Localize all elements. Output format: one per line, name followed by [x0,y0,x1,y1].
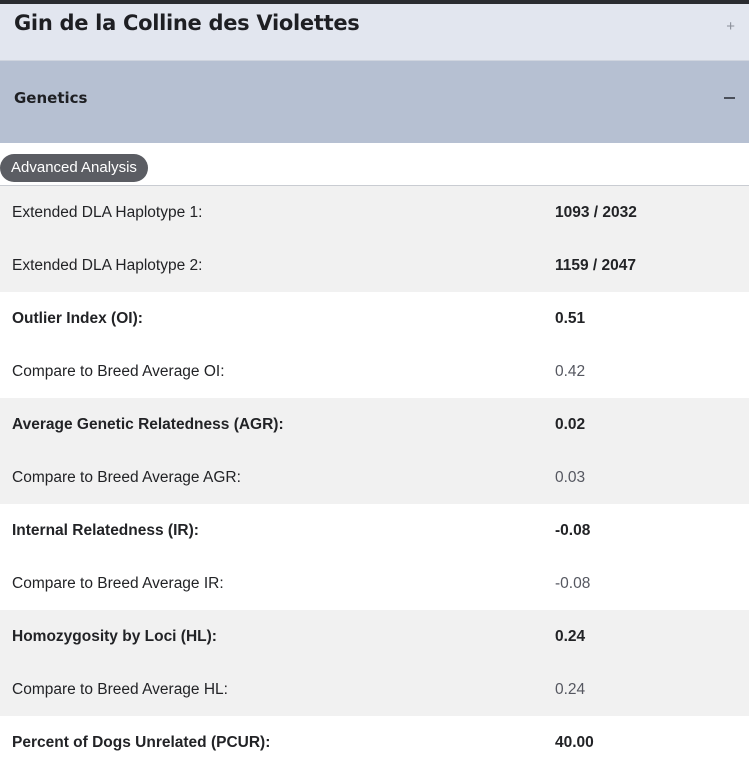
row-value: 40.00 [555,734,594,751]
row-value: -0.08 [555,575,591,592]
advanced-analysis-badge: Advanced Analysis [0,154,148,182]
dog-header[interactable]: Gin de la Colline des Violettes + [0,4,749,61]
row-value: -0.08 [555,522,591,539]
genetics-table: Extended DLA Haplotype 1: 1093 / 2032 Ex… [0,186,749,761]
table-row-dla-haplotype-2: Extended DLA Haplotype 2: 1159 / 2047 [0,239,749,292]
row-label: Percent of Dogs Unrelated (PCUR): [12,734,271,751]
table-row-outlier-index: Outlier Index (OI): 0.51 [0,292,749,345]
table-row-breed-average-hl: Compare to Breed Average HL: 0.24 [0,663,749,716]
table-row-homozygosity-by-loci: Homozygosity by Loci (HL): 0.24 [0,610,749,663]
row-value: 0.42 [555,363,586,380]
genetics-section-header[interactable]: Genetics [0,61,749,143]
section-title: Genetics [14,89,88,107]
row-label: Average Genetic Relatedness (AGR): [12,416,284,433]
row-label: Compare to Breed Average OI: [12,363,225,380]
row-label: Compare to Breed Average HL: [12,681,228,698]
table-row-average-genetic-relatedness: Average Genetic Relatedness (AGR): 0.02 [0,398,749,451]
row-value: 1093 / 2032 [555,204,637,221]
row-label: Extended DLA Haplotype 1: [12,204,203,221]
row-value: 0.03 [555,469,586,486]
row-value: 0.51 [555,310,586,327]
row-value: 0.24 [555,681,586,698]
minus-icon[interactable] [724,97,735,99]
table-row-percent-dogs-unrelated: Percent of Dogs Unrelated (PCUR): 40.00 [0,716,749,761]
dog-name: Gin de la Colline des Violettes [14,11,360,35]
advanced-analysis-bar: Advanced Analysis [0,143,749,186]
row-label: Outlier Index (OI): [12,310,143,327]
row-value: 0.02 [555,416,586,433]
table-row-internal-relatedness: Internal Relatedness (IR): -0.08 [0,504,749,557]
row-label: Homozygosity by Loci (HL): [12,628,217,645]
table-row-breed-average-oi: Compare to Breed Average OI: 0.42 [0,345,749,398]
row-label: Internal Relatedness (IR): [12,522,199,539]
plus-icon[interactable]: + [726,18,735,35]
row-value: 0.24 [555,628,586,645]
table-row-breed-average-agr: Compare to Breed Average AGR: 0.03 [0,451,749,504]
row-label: Extended DLA Haplotype 2: [12,257,203,274]
row-value: 1159 / 2047 [555,257,637,274]
table-row-dla-haplotype-1: Extended DLA Haplotype 1: 1093 / 2032 [0,186,749,239]
row-label: Compare to Breed Average AGR: [12,469,241,486]
row-label: Compare to Breed Average IR: [12,575,224,592]
table-row-breed-average-ir: Compare to Breed Average IR: -0.08 [0,557,749,610]
